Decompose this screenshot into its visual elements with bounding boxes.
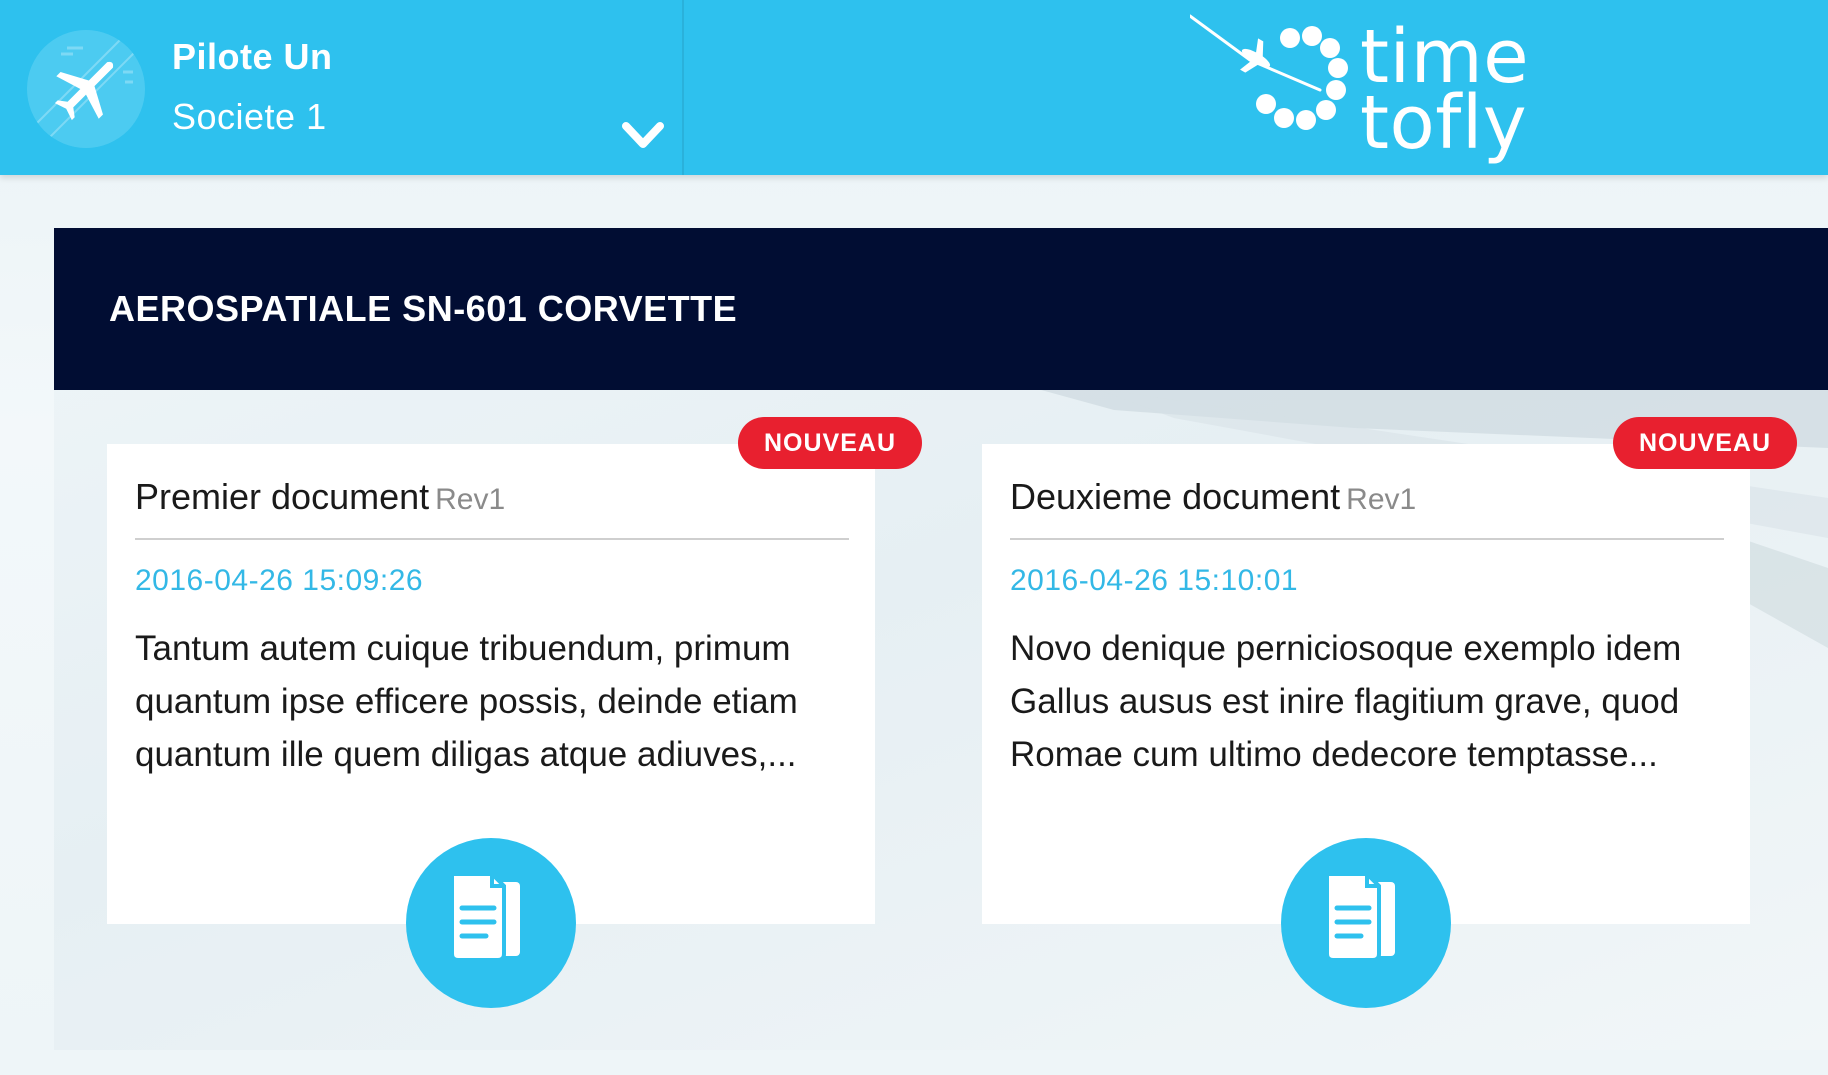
brand-line-2: tofly — [1360, 80, 1528, 166]
document-date: 2016-04-26 15:10:01 — [1010, 564, 1299, 597]
document-revision: Rev1 — [1346, 483, 1417, 516]
document-icon — [1325, 872, 1395, 962]
document-icon — [450, 872, 520, 962]
document-title: Premier document Rev1 — [135, 476, 505, 518]
document-excerpt: Novo denique perniciosoque exemplo idem … — [1010, 629, 1682, 774]
user-profile-switcher[interactable]: Pilote Un Societe 1 — [0, 0, 684, 175]
new-badge: NOUVEAU — [1613, 417, 1798, 469]
open-document-button[interactable] — [1281, 838, 1451, 1008]
avatar — [27, 30, 145, 148]
document-title: Deuxieme document Rev1 — [1010, 476, 1416, 518]
open-document-button[interactable] — [406, 838, 576, 1008]
document-title-text: Premier document — [135, 476, 430, 517]
document-title-text: Deuxieme document — [1010, 476, 1341, 517]
document-excerpt: Tantum autem cuique tribuendum, primum q… — [135, 629, 798, 774]
divider — [1010, 538, 1724, 540]
divider — [135, 538, 849, 540]
document-revision: Rev1 — [435, 483, 506, 516]
new-badge: NOUVEAU — [738, 417, 923, 469]
airplane-icon — [27, 30, 145, 148]
aircraft-title: AEROSPATIALE SN-601 CORVETTE — [109, 288, 738, 329]
timetofly-logo: time tofly — [1190, 8, 1550, 173]
section-header: AEROSPATIALE SN-601 CORVETTE — [54, 228, 1828, 390]
chevron-down-icon[interactable] — [620, 118, 666, 154]
document-date: 2016-04-26 15:09:26 — [135, 564, 424, 597]
company-name: Societe 1 — [172, 96, 327, 137]
top-bar: Pilote Un Societe 1 time tofly — [0, 0, 1828, 175]
user-name: Pilote Un — [172, 36, 333, 77]
